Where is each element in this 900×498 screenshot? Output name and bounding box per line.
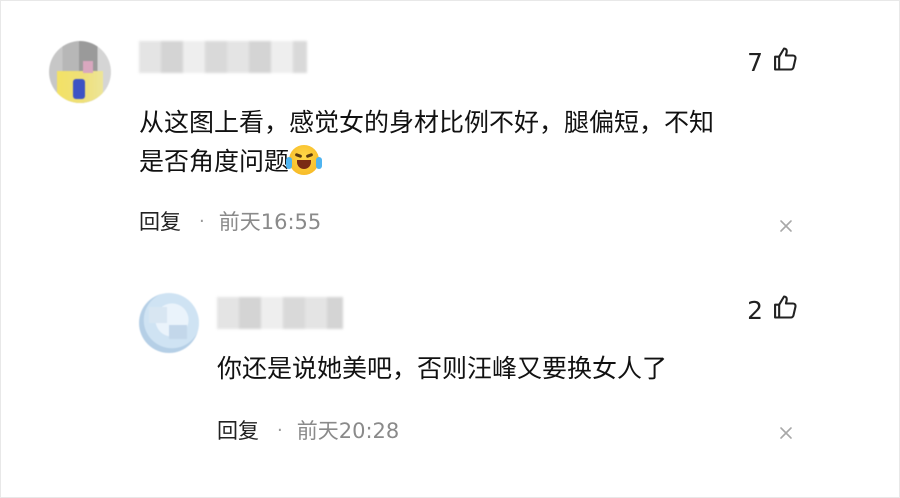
comment-meta: 回复 · 前天16:55 xyxy=(139,206,321,236)
comment-item: 7 从这图上看，感觉女的身材比例不好，腿偏短，不知 是否角度问题 回复 · 前天… xyxy=(1,1,899,263)
close-icon[interactable] xyxy=(778,425,796,443)
avatar[interactable] xyxy=(139,293,199,353)
like-count: 2 xyxy=(747,295,763,325)
username-blurred[interactable] xyxy=(139,41,307,73)
avatar-blur-block xyxy=(149,307,167,323)
avatar-blur-block xyxy=(169,325,187,339)
comment-text-line: 你还是说她美吧，否则汪峰又要换女人了 xyxy=(217,354,668,383)
like-button[interactable]: 2 xyxy=(747,293,799,327)
reply-button[interactable]: 回复 xyxy=(139,206,181,236)
comment-thread: 7 从这图上看，感觉女的身材比例不好，腿偏短，不知 是否角度问题 回复 · 前天… xyxy=(0,0,900,498)
thumbs-up-icon[interactable] xyxy=(771,45,799,79)
avatar-blur-block xyxy=(83,61,93,73)
timestamp: 前天20:28 xyxy=(296,419,400,443)
comment-meta: 回复 · 前天20:28 xyxy=(217,415,399,445)
like-count: 7 xyxy=(747,47,763,77)
comment-text: 你还是说她美吧，否则汪峰又要换女人了 xyxy=(217,349,797,388)
thumbs-up-icon[interactable] xyxy=(771,293,799,327)
avatar[interactable] xyxy=(49,41,111,103)
reply-button[interactable]: 回复 xyxy=(217,415,259,445)
username-blurred[interactable] xyxy=(217,297,343,329)
avatar-blur-block xyxy=(73,79,85,99)
reply-item: 2 你还是说她美吧，否则汪峰又要换女人了 回复 · 前天20:28 xyxy=(1,263,899,498)
close-icon[interactable] xyxy=(778,218,796,236)
comment-text-segment: 是否角度问题 xyxy=(139,147,290,176)
laughing-crying-emoji-icon xyxy=(286,145,323,175)
comment-text-line: 是否角度问题 xyxy=(139,142,799,181)
timestamp: 前天16:55 xyxy=(218,210,322,234)
like-button[interactable]: 7 xyxy=(747,45,799,79)
comment-text: 从这图上看，感觉女的身材比例不好，腿偏短，不知 是否角度问题 xyxy=(139,103,799,181)
separator-dot: · xyxy=(199,210,205,232)
separator-dot: · xyxy=(277,419,283,441)
comment-text-line: 从这图上看，感觉女的身材比例不好，腿偏短，不知 xyxy=(139,108,715,137)
